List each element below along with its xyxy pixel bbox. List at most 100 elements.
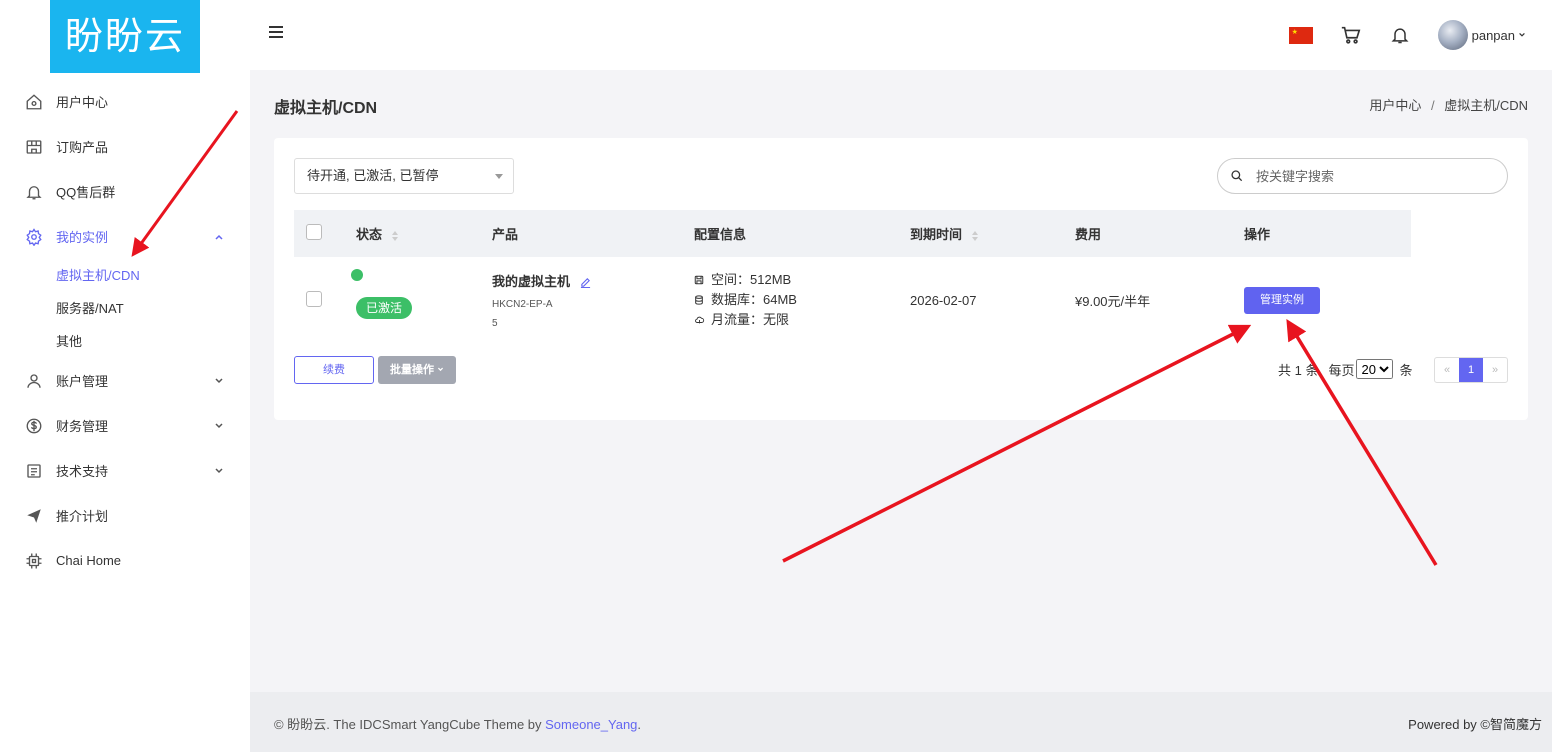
product-name[interactable]: 我的虚拟主机 [492,274,570,289]
page-button-1[interactable]: 1 [1459,358,1483,382]
sidebar-item-label: 账户管理 [56,374,109,389]
edit-icon[interactable] [580,276,591,291]
home-icon [24,92,44,112]
sidebar-submenu: 虚拟主机/CDN 服务器/NAT 其他 [0,259,250,358]
renew-button[interactable]: 续费 [294,356,374,384]
price: ¥9.00元/半年 [1075,293,1151,309]
bell-icon [24,182,44,202]
sidebar-item-qq-group[interactable]: QQ售后群 [0,169,250,214]
logo[interactable]: 盼盼云 [50,0,200,73]
sidebar-item-referral[interactable]: 推介计划 [0,493,250,538]
column-header-status[interactable]: 状态 [356,227,382,242]
store-icon [24,137,44,157]
status-badge: 已激活 [356,297,413,319]
sidebar-nav: 用户中心 订购产品 QQ售后群 我的实例 虚拟主机/CDN 服务器/NAT 其他… [0,79,250,583]
column-header-config: 配置信息 [694,227,747,242]
sidebar-item-label: 订购产品 [56,140,109,155]
sort-icon[interactable] [972,230,979,241]
chevron-down-icon [214,374,224,389]
database-icon [694,295,706,305]
sidebar-item-account[interactable]: 账户管理 [0,358,250,403]
breadcrumb-separator: / [1430,98,1435,113]
column-header-expire[interactable]: 到期时间 [910,227,962,242]
sidebar-item-label: 推介计划 [56,509,109,524]
dollar-icon [24,416,44,436]
footer: © 盼盼云. The IDCSmart YangCube Theme by So… [250,692,1552,752]
sidebar: 盼盼云 用户中心 订购产品 QQ售后群 我的实例 虚拟主机/CDN 服务器/NA… [0,0,250,752]
table-header-row: 状态 产品 配置信息 到期时间 费用 操作 [294,210,1411,257]
footer-powered-by: Powered by ©智简魔方 [1408,717,1542,732]
product-code: HKCN2-EP-A [492,298,553,310]
sidebar-item-label: 我的实例 [56,230,109,245]
send-icon [24,506,44,526]
select-all-checkbox[interactable] [306,224,322,240]
footer-copyright: © 盼盼云. The IDCSmart YangCube Theme by So… [274,714,641,733]
sidebar-item-chai-home[interactable]: Chai Home [0,538,250,583]
search-input[interactable] [1256,168,1476,184]
config-space: 空间：512MB [694,270,910,290]
username[interactable]: panpan [1472,28,1515,43]
chip-icon [24,551,44,571]
sidebar-item-label: 用户中心 [56,95,109,110]
footer-author-link[interactable]: Someone_Yang [545,717,637,732]
config-database: 数据库：64MB [694,290,910,310]
pagination-info: 共 1 条 每页 20 条 [1278,359,1413,379]
chevron-down-icon [437,364,444,376]
config-space-text: 空间：512MB [711,272,792,287]
column-header-price: 费用 [1075,227,1102,242]
prev-page-button[interactable]: « [1435,358,1459,382]
manage-instance-button[interactable]: 管理实例 [1244,286,1320,314]
instances-card: 待开通, 已激活, 已暂停 状态 产品 配置信息 到期时间 费用 操作 [274,138,1528,420]
search-icon [1230,169,1244,183]
chevron-down-icon [214,419,224,434]
chevron-down-icon[interactable] [1518,31,1526,39]
sidebar-subitem-other[interactable]: 其他 [56,325,250,358]
status-filter-select[interactable]: 待开通, 已激活, 已暂停 [294,158,514,194]
chevron-down-icon [214,464,224,479]
breadcrumb-home[interactable]: 用户中心 [1369,98,1421,113]
row-checkbox[interactable] [306,290,322,307]
sidebar-item-my-instances[interactable]: 我的实例 [0,214,250,259]
sort-icon[interactable] [392,230,399,241]
total-count: 共 1 条 [1278,362,1319,378]
expire-date: 2026-02-07 [910,292,977,308]
cart-icon[interactable] [1340,24,1362,46]
gear-icon [24,227,44,247]
next-page-button[interactable]: » [1483,358,1507,382]
per-page-select[interactable]: 20 [1356,359,1394,379]
caret-down-icon [495,174,503,179]
instances-table: 状态 产品 配置信息 到期时间 费用 操作 已激活 我的虚拟主机 HKCN2-E… [294,210,1411,343]
product-id: 5 [492,317,498,329]
breadcrumb: 用户中心 / 虚拟主机/CDN [1369,95,1528,114]
config-traffic-text: 月流量：无限 [711,312,790,327]
sidebar-item-support[interactable]: 技术支持 [0,448,250,493]
per-page-label: 每页 [1328,362,1355,378]
search-box[interactable] [1217,158,1508,194]
column-header-action: 操作 [1244,227,1271,242]
sidebar-subitem-server-nat[interactable]: 服务器/NAT [56,292,250,325]
config-database-text: 数据库：64MB [711,292,797,307]
sidebar-subitem-vhost-cdn[interactable]: 虚拟主机/CDN [56,259,250,292]
avatar[interactable] [1437,20,1468,50]
footer-period: . [637,717,642,732]
column-header-product: 产品 [492,227,519,242]
batch-actions-button[interactable]: 批量操作 [378,356,456,384]
status-dot [351,269,363,281]
chevron-up-icon [214,230,224,245]
notification-bell-icon[interactable] [1390,24,1410,46]
china-flag-icon[interactable]: ★ [1288,26,1313,44]
breadcrumb-current: 虚拟主机/CDN [1444,98,1528,113]
sidebar-item-finance[interactable]: 财务管理 [0,403,250,448]
top-header: ★ panpan [250,0,1552,70]
table-row: 已激活 我的虚拟主机 HKCN2-EP-A 5 空间：512MB 数据库：64M… [294,257,1411,343]
menu-toggle-icon[interactable] [268,24,284,43]
sidebar-item-order-products[interactable]: 订购产品 [0,124,250,169]
sidebar-item-label: 技术支持 [56,464,109,479]
sidebar-item-label: QQ售后群 [56,185,116,200]
page-title: 虚拟主机/CDN [274,100,378,117]
sidebar-item-label: 财务管理 [56,419,109,434]
header-actions: ★ panpan [1288,0,1526,70]
sidebar-item-user-center[interactable]: 用户中心 [0,79,250,124]
config-traffic: 月流量：无限 [694,310,910,330]
footer-copyright-text: © 盼盼云. The IDCSmart YangCube Theme by [274,717,546,732]
